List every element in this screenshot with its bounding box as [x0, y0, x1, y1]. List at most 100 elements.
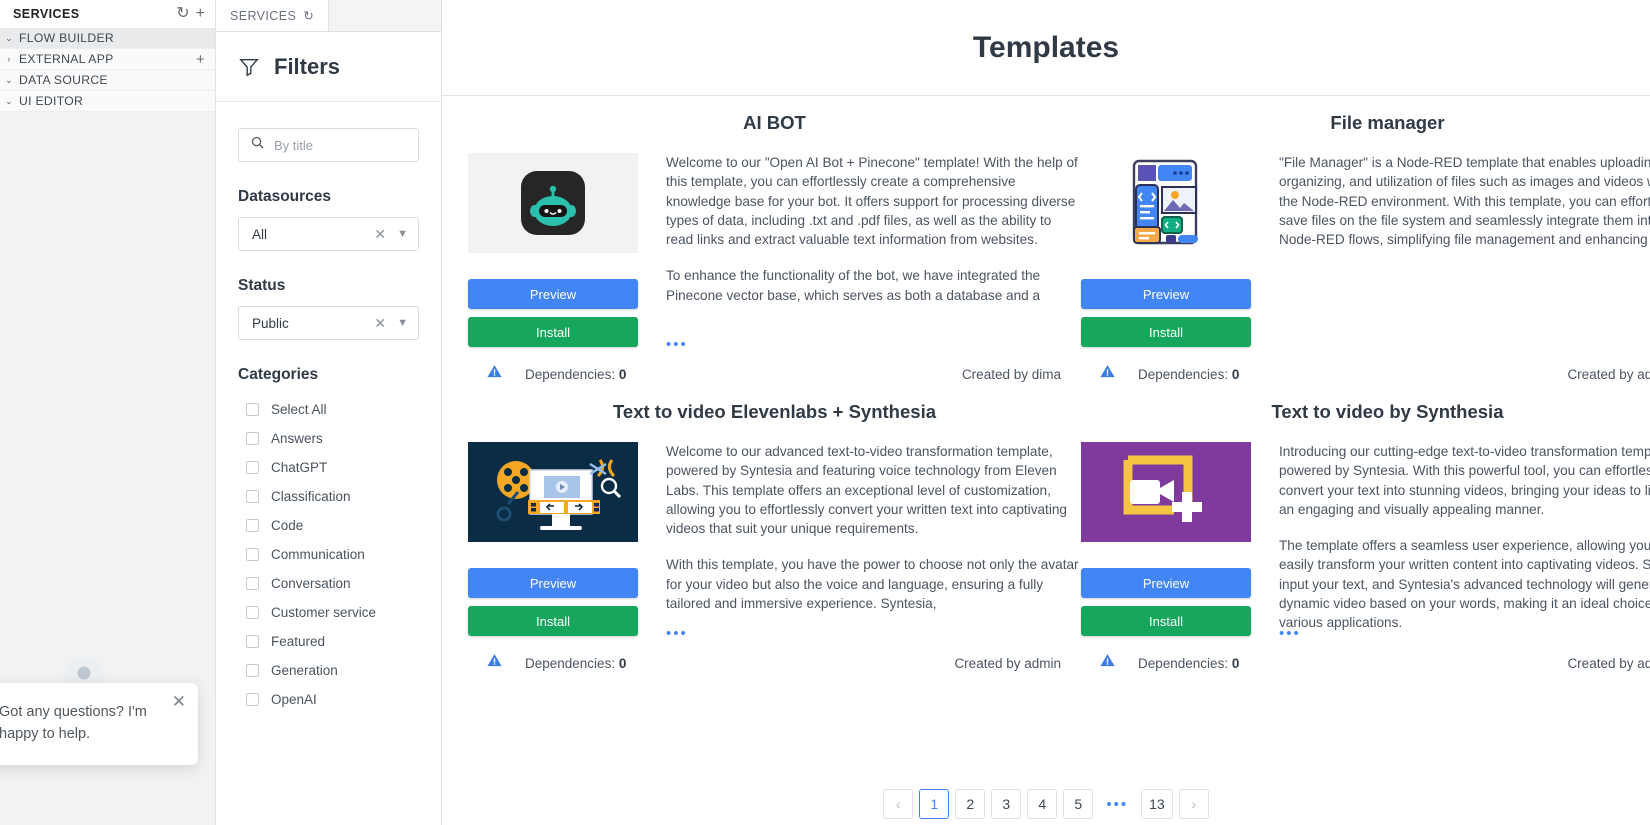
created-by: Created by admin	[954, 655, 1061, 671]
chevron-right-icon: ›	[7, 54, 11, 64]
category-label: ChatGPT	[271, 460, 328, 475]
preview-button[interactable]: Preview	[468, 568, 638, 598]
tab-bar: SERVICES ↻	[216, 0, 441, 32]
refresh-icon[interactable]: ↻	[176, 6, 189, 22]
tab-services-label: SERVICES	[230, 8, 297, 23]
sidebar-item-flow-builder[interactable]: ⌄ FLOW BUILDER	[0, 28, 215, 49]
filters-body: Datasources All ✕ ▼ Status Public ✕ ▼ Ca…	[216, 102, 441, 825]
search-box[interactable]	[238, 128, 419, 162]
chevron-down-icon[interactable]: ▼	[397, 317, 408, 329]
checkbox[interactable]	[246, 432, 259, 445]
show-more-ellipsis[interactable]: •••	[1279, 625, 1301, 642]
refresh-icon[interactable]: ↻	[303, 8, 314, 23]
template-footer: Dependencies: 0 Created by dima	[468, 363, 1081, 385]
plus-icon[interactable]: +	[196, 6, 205, 22]
category-checkbox-row[interactable]: Communication	[238, 540, 419, 569]
description-text: "File Manager" is a Node-RED template th…	[1279, 153, 1650, 249]
pagination-page-3[interactable]: 3	[991, 789, 1022, 819]
category-checkbox-row[interactable]: Answers	[238, 424, 419, 453]
description-paragraph: Introducing our cutting-edge text-to-vid…	[1279, 444, 1650, 517]
dependencies-count: 0	[618, 655, 627, 671]
main-header: Templates	[442, 0, 1650, 96]
pagination-ellipsis: •••	[1099, 789, 1136, 819]
checkbox[interactable]	[246, 519, 259, 532]
category-checkbox-row[interactable]: Select All	[238, 395, 419, 424]
checkbox[interactable]	[246, 490, 259, 503]
dependencies-text: Dependencies: 0	[525, 367, 626, 382]
pagination-page-2[interactable]: 2	[955, 789, 986, 819]
status-value: Public	[252, 315, 289, 331]
sidebar-item-external-app-content: › EXTERNAL APP	[4, 52, 114, 66]
install-button[interactable]: Install	[468, 317, 638, 347]
category-label: Code	[271, 518, 304, 533]
templates-main: Templates AI BOT Preview Install Welcome…	[442, 0, 1650, 825]
clear-icon[interactable]: ✕	[374, 316, 386, 330]
add-external-app-icon[interactable]: +	[196, 52, 205, 67]
chevron-down-icon: ⌄	[5, 95, 13, 106]
category-label: Generation	[271, 663, 338, 678]
install-button[interactable]: Install	[1081, 317, 1251, 347]
show-more-ellipsis[interactable]: •••	[666, 625, 688, 642]
category-label: Classification	[271, 489, 351, 504]
status-select[interactable]: Public ✕ ▼	[238, 306, 419, 340]
dependencies-count: 0	[618, 366, 627, 382]
category-checkbox-row[interactable]: Conversation	[238, 569, 419, 598]
checkbox[interactable]	[246, 693, 259, 706]
pagination-prev[interactable]: ‹	[883, 789, 914, 819]
warning-icon	[1099, 363, 1116, 385]
checkbox[interactable]	[246, 577, 259, 590]
category-checkbox-row[interactable]: ChatGPT	[238, 453, 419, 482]
description-text: Introducing our cutting-edge text-to-vid…	[1279, 442, 1650, 633]
chevron-down-icon[interactable]: ▼	[397, 228, 408, 240]
search-input[interactable]	[274, 137, 407, 153]
category-checkbox-row[interactable]: OpenAI	[238, 685, 419, 714]
preview-button[interactable]: Preview	[1081, 279, 1251, 309]
template-left: Preview Install	[468, 442, 638, 636]
install-button[interactable]: Install	[468, 606, 638, 636]
app-root: SERVICES ↻ + ⌄ FLOW BUILDER › EXTERNAL A…	[0, 0, 1650, 825]
pagination-page-5[interactable]: 5	[1063, 789, 1094, 819]
rail-header: SERVICES ↻ +	[0, 0, 215, 28]
preview-button[interactable]: Preview	[468, 279, 638, 309]
dependencies-block: Dependencies: 0	[1081, 652, 1239, 674]
show-more-ellipsis[interactable]: •••	[666, 336, 688, 353]
datasources-label: Datasources	[238, 188, 332, 205]
checkbox[interactable]	[246, 606, 259, 619]
category-checkbox-row[interactable]: Code	[238, 511, 419, 540]
sidebar-item-data-source-content: ⌄ DATA SOURCE	[4, 73, 108, 87]
tab-services[interactable]: SERVICES ↻	[216, 0, 330, 31]
created-by: Created by admin	[1567, 366, 1650, 382]
category-checkbox-row[interactable]: Classification	[238, 482, 419, 511]
checkbox[interactable]	[246, 403, 259, 416]
checkbox[interactable]	[246, 664, 259, 677]
sidebar-item-ui-editor[interactable]: ⌄ UI EDITOR	[0, 91, 215, 112]
pagination-page-last[interactable]: 13	[1141, 789, 1173, 819]
datasources-select[interactable]: All ✕ ▼	[238, 217, 419, 251]
category-checkbox-row[interactable]: Featured	[238, 627, 419, 656]
category-checkbox-row[interactable]: Customer service	[238, 598, 419, 627]
preview-button[interactable]: Preview	[1081, 568, 1251, 598]
checkbox[interactable]	[246, 548, 259, 561]
warning-icon	[1099, 652, 1116, 674]
template-card: Text to video Elevenlabs + Synthesia Pre…	[468, 385, 1081, 674]
pagination-page-1[interactable]: 1	[919, 789, 950, 819]
template-body: Preview Install Welcome to our "Open AI …	[468, 153, 1081, 353]
sidebar-item-external-app[interactable]: › EXTERNAL APP +	[0, 49, 215, 70]
template-description: Introducing our cutting-edge text-to-vid…	[1279, 442, 1650, 642]
pagination-next[interactable]: ›	[1178, 789, 1209, 819]
categories-list: Select All Answers ChatGPT Classificatio…	[238, 395, 419, 714]
close-icon[interactable]: ✕	[172, 693, 186, 710]
checkbox[interactable]	[246, 461, 259, 474]
sidebar-item-data-source[interactable]: ⌄ DATA SOURCE	[0, 70, 215, 91]
install-button[interactable]: Install	[1081, 606, 1251, 636]
clear-icon[interactable]: ✕	[374, 227, 386, 241]
pagination-page-4[interactable]: 4	[1027, 789, 1058, 819]
datasources-value: All	[252, 226, 268, 242]
template-left: Preview Install	[1081, 442, 1251, 636]
checkbox[interactable]	[246, 635, 259, 648]
status-label: Status	[238, 277, 286, 294]
dependencies-label: Dependencies:	[1138, 366, 1229, 382]
chevron-down-icon: ⌄	[5, 32, 13, 43]
chat-message: Got any questions? I'm happy to help.	[0, 704, 147, 742]
category-checkbox-row[interactable]: Generation	[238, 656, 419, 685]
